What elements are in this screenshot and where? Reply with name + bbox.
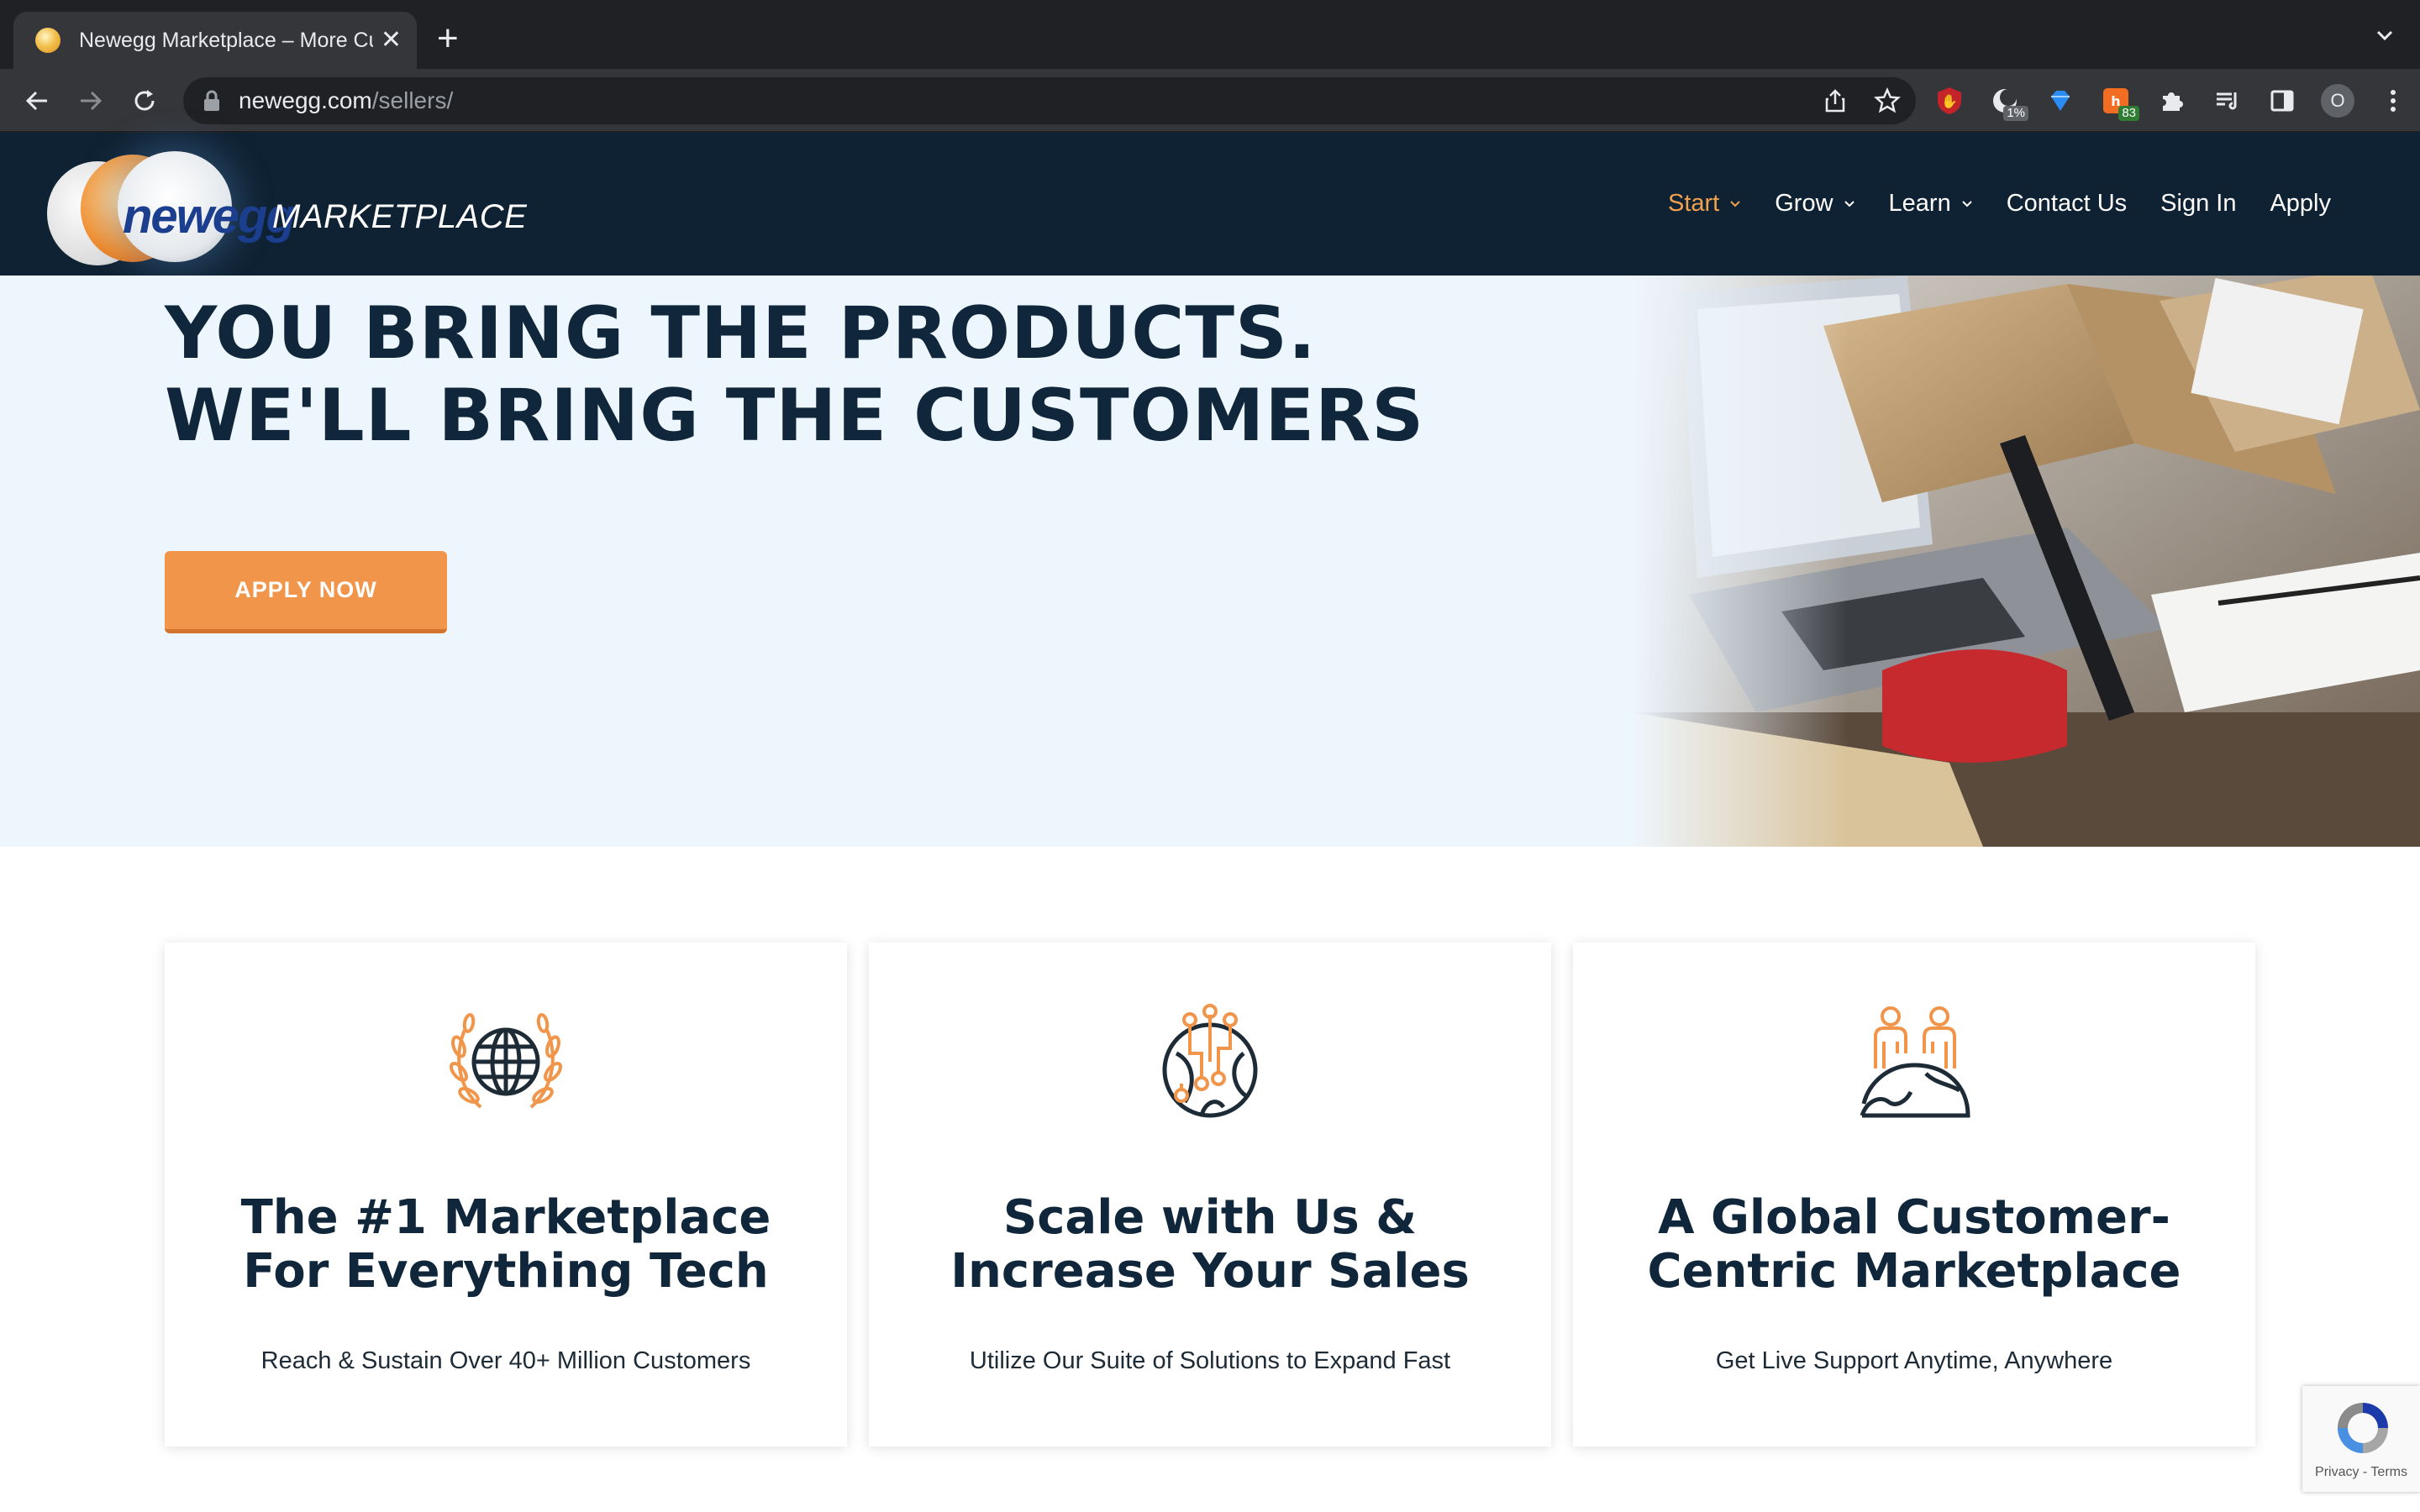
people-globe-icon (1860, 1006, 1970, 1118)
feature-card-title-line-2: Increase Your Sales (950, 1244, 1470, 1299)
feature-cards: The #1 Marketplace For Everything Tech R… (165, 942, 2257, 1446)
diamond-icon[interactable] (2044, 84, 2077, 118)
svg-text:✋: ✋ (1941, 93, 1958, 109)
feature-card-scale: Scale with Us & Increase Your Sales Util… (869, 942, 1551, 1446)
tab-search-chevron-icon[interactable] (2375, 25, 2395, 45)
browser-tab[interactable]: Newegg Marketplace – More Customers ✕ (13, 12, 417, 69)
browser-toolbar: newegg.com/sellers/ ✋ 1% h 83 O (0, 69, 2420, 133)
feature-card-title-line-2: For Everything Tech (243, 1244, 769, 1299)
reload-icon[interactable] (128, 84, 161, 118)
puzzle-icon[interactable] (2154, 84, 2188, 118)
chevron-down-icon (1730, 200, 1740, 207)
main-navigation: Start Grow Learn Contact Us Sign In Appl… (1668, 190, 2331, 218)
hero-headline-line-2: WE'LL BRING THE CUSTOMERS (165, 374, 1425, 458)
new-tab-icon[interactable]: + (437, 20, 459, 57)
more-menu-icon[interactable] (2376, 84, 2410, 118)
reading-list-icon[interactable] (2210, 84, 2244, 118)
logo-wordmark: newegg (123, 189, 296, 244)
recaptcha-badge[interactable]: Privacy - Terms (2302, 1386, 2420, 1492)
recaptcha-privacy-terms[interactable]: Privacy - Terms (2302, 1465, 2420, 1480)
nav-learn-label: Learn (1888, 190, 1951, 217)
nav-apply[interactable]: Apply (2270, 190, 2331, 218)
profile-avatar[interactable]: O (2321, 84, 2354, 118)
honey-icon[interactable]: h 83 (2099, 84, 2139, 121)
close-tab-icon[interactable]: ✕ (381, 28, 402, 53)
hero-section: YOU BRING THE PRODUCTS. WE'LL BRING THE … (0, 276, 2420, 847)
feature-card-title-line-1: A Global Customer- (1658, 1190, 2170, 1245)
nav-sign-in[interactable]: Sign In (2160, 190, 2236, 218)
feature-card-title: Scale with Us & Increase Your Sales (886, 1191, 1534, 1299)
nav-grow-label: Grow (1775, 190, 1833, 217)
logo-marketplace-text: MARKETPLACE (272, 198, 528, 235)
back-icon[interactable] (20, 84, 54, 118)
hero-photo-fade (1630, 276, 1849, 847)
feature-card-marketplace: The #1 Marketplace For Everything Tech R… (165, 942, 847, 1446)
tab-title: Newegg Marketplace – More Customers (79, 28, 373, 52)
chevron-down-icon (1844, 200, 1854, 207)
nav-contact-us[interactable]: Contact Us (2007, 190, 2127, 218)
dark-reader-icon[interactable]: 1% (1988, 84, 2028, 121)
site-header: newegg MARKETPLACE Start Grow Learn Cont… (0, 133, 2420, 276)
chevron-down-icon (1961, 200, 1972, 207)
ublock-icon[interactable]: ✋ (1933, 84, 1966, 118)
feature-card-subtitle: Get Live Support Anytime, Anywhere (1715, 1347, 2113, 1374)
forward-icon[interactable] (74, 84, 108, 118)
recaptcha-icon (2338, 1403, 2388, 1453)
globe-laurel-icon (450, 1013, 562, 1109)
feature-card-title-line-2: Centric Marketplace (1647, 1244, 2181, 1299)
url-text: newegg.com/sellers/ (239, 87, 454, 113)
share-icon[interactable] (1822, 87, 1849, 114)
hero-headline-line-1: YOU BRING THE PRODUCTS. (165, 291, 1317, 375)
feature-card-subtitle: Utilize Our Suite of Solutions to Expand… (969, 1347, 1451, 1374)
apply-now-button[interactable]: APPLY NOW (165, 551, 447, 633)
nav-start-label: Start (1667, 190, 1720, 217)
feature-card-title: The #1 Marketplace For Everything Tech (182, 1191, 830, 1299)
network-globe-icon (1162, 1004, 1258, 1118)
feature-card-title-line-1: Scale with Us & (1002, 1190, 1418, 1245)
newegg-favicon-icon (35, 28, 60, 53)
bookmark-star-icon[interactable] (1874, 87, 1901, 114)
nav-grow[interactable]: Grow (1775, 190, 1854, 218)
nav-start[interactable]: Start (1668, 190, 1741, 218)
address-bar[interactable]: newegg.com/sellers/ (183, 77, 1916, 124)
newegg-marketplace-logo[interactable]: newegg MARKETPLACE (47, 146, 527, 265)
feature-card-subtitle: Reach & Sustain Over 40+ Million Custome… (260, 1347, 751, 1374)
feature-card-title: A Global Customer- Centric Marketplace (1590, 1191, 2238, 1299)
lock-icon (204, 90, 219, 111)
feature-card-title-line-1: The #1 Marketplace (240, 1190, 771, 1245)
nav-learn[interactable]: Learn (1889, 190, 1973, 218)
side-panel-icon[interactable] (2265, 84, 2299, 118)
feature-card-global: A Global Customer- Centric Marketplace G… (1573, 942, 2255, 1446)
hero-headline: YOU BRING THE PRODUCTS. WE'LL BRING THE … (165, 292, 1424, 457)
browser-tab-bar: Newegg Marketplace – More Customers ✕ + (0, 0, 2420, 69)
